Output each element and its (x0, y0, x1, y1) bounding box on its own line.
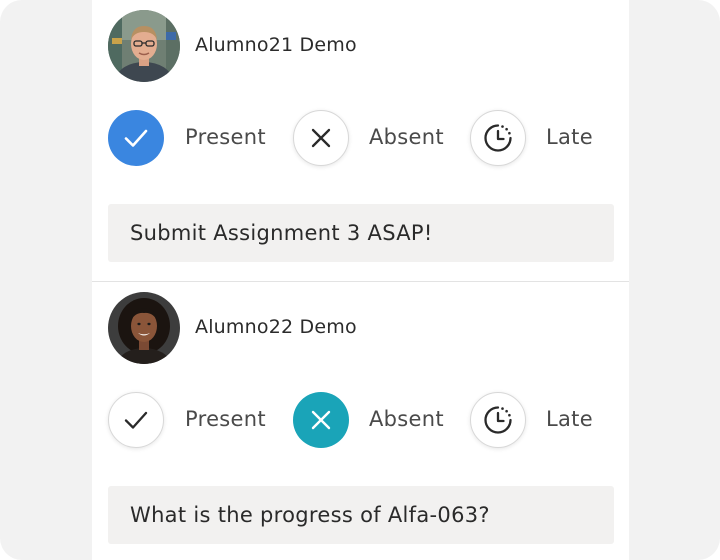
avatar (108, 292, 180, 364)
absent-button[interactable] (293, 110, 349, 166)
avatar (108, 10, 180, 82)
note-field[interactable]: Submit Assignment 3 ASAP! (108, 204, 614, 262)
present-button[interactable] (108, 110, 164, 166)
student-name: Alumno22 Demo (195, 316, 357, 338)
absent-label[interactable]: Absent (369, 125, 444, 149)
note-field[interactable]: What is the progress of Alfa-063? (108, 486, 614, 544)
absent-label[interactable]: Absent (369, 407, 444, 431)
absent-button[interactable] (293, 392, 349, 448)
check-icon (124, 129, 148, 147)
late-label[interactable]: Late (546, 125, 593, 149)
x-icon (311, 410, 331, 430)
divider (92, 281, 629, 282)
late-button[interactable] (470, 110, 526, 166)
present-button[interactable] (108, 392, 164, 448)
attendance-panel: Alumno21 Demo Present Absent Late Submit… (92, 0, 629, 560)
x-icon (311, 128, 331, 148)
late-label[interactable]: Late (546, 407, 593, 431)
clock-icon (484, 406, 512, 434)
check-icon (124, 411, 148, 429)
late-button[interactable] (470, 392, 526, 448)
present-label[interactable]: Present (185, 407, 266, 431)
student-name: Alumno21 Demo (195, 34, 357, 56)
app-frame: Alumno21 Demo Present Absent Late Submit… (0, 0, 720, 560)
present-label[interactable]: Present (185, 125, 266, 149)
clock-icon (484, 124, 512, 152)
